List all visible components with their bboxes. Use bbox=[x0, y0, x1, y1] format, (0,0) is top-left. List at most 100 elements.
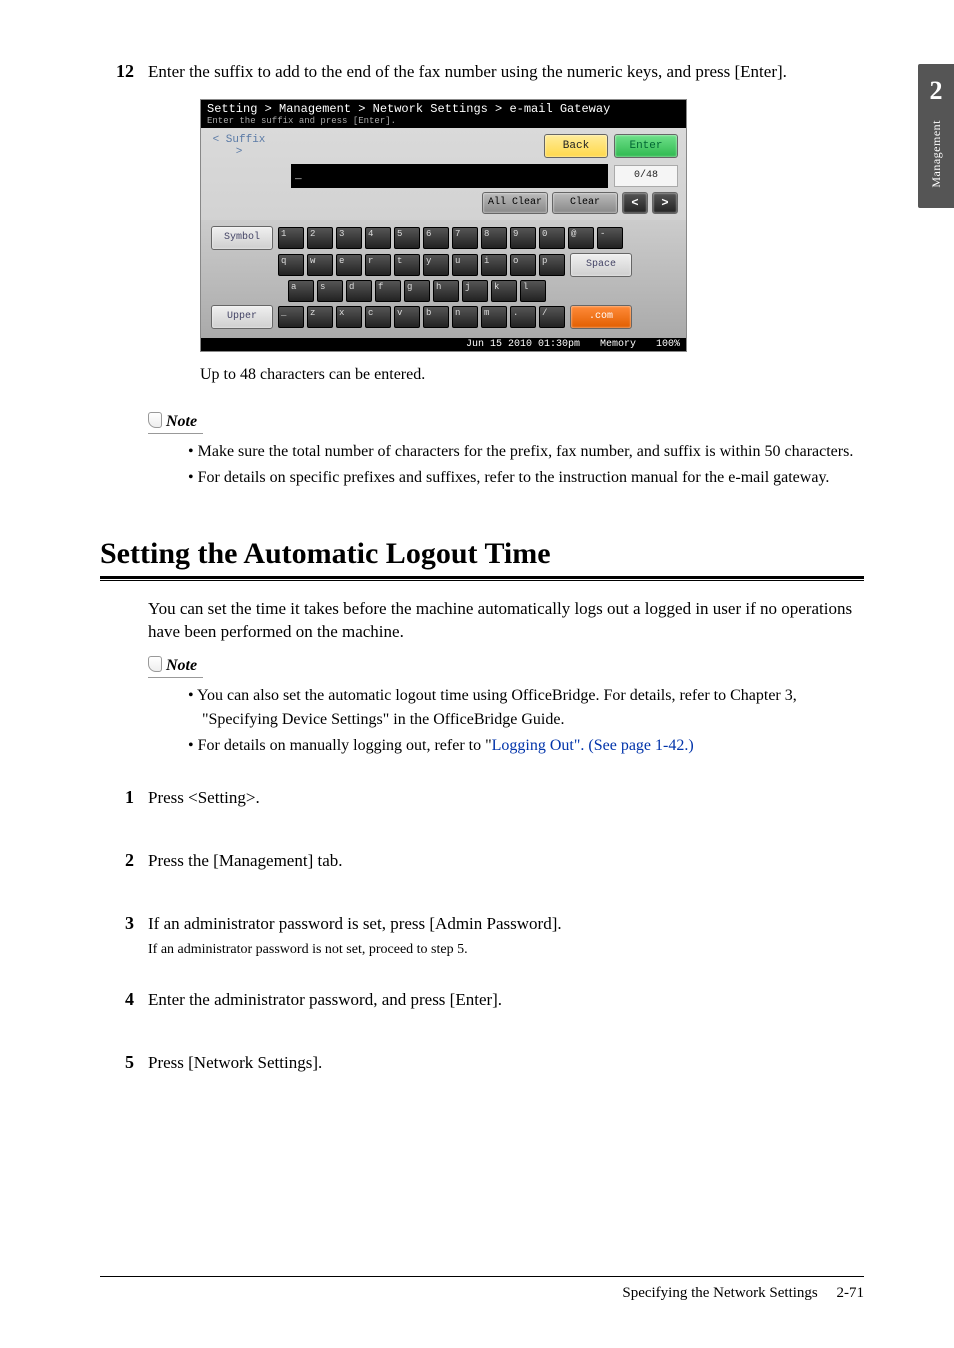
all-clear-button[interactable]: All Clear bbox=[482, 192, 548, 214]
chapter-side-tab: 2 Management bbox=[918, 64, 954, 208]
space-button[interactable]: Space bbox=[570, 253, 632, 277]
device-screenshot: Setting > Management > Network Settings … bbox=[200, 99, 687, 352]
step-number: 12 bbox=[100, 61, 134, 82]
key-j[interactable]: j bbox=[462, 280, 488, 302]
step-text: Enter the suffix to add to the end of th… bbox=[148, 60, 864, 85]
step-text: Press <Setting>. bbox=[148, 786, 864, 811]
key-3[interactable]: 3 bbox=[336, 227, 362, 249]
cross-ref-link[interactable]: Logging Out". (See page 1-42.) bbox=[492, 737, 694, 754]
key-u[interactable]: u bbox=[452, 254, 478, 276]
section-heading: Setting the Automatic Logout Time bbox=[100, 536, 864, 572]
heading-rule bbox=[100, 580, 864, 581]
note-list-2: You can also set the automatic logout ti… bbox=[100, 684, 864, 758]
key-d[interactable]: d bbox=[346, 280, 372, 302]
step-text: If an administrator password is set, pre… bbox=[148, 912, 864, 937]
upper-button[interactable]: Upper bbox=[211, 305, 273, 329]
char-count: 0/48 bbox=[614, 165, 678, 187]
key-w[interactable]: w bbox=[307, 254, 333, 276]
key-v[interactable]: v bbox=[394, 306, 420, 328]
screenshot-breadcrumb: Setting > Management > Network Settings … bbox=[201, 100, 686, 116]
key-o[interactable]: o bbox=[510, 254, 536, 276]
section-intro: You can set the time it takes before the… bbox=[148, 597, 864, 645]
key-n[interactable]: n bbox=[452, 306, 478, 328]
status-datetime: Jun 15 2010 01:30pm bbox=[466, 339, 580, 350]
step-number: 3 bbox=[100, 913, 134, 934]
note-label-2: Note bbox=[148, 656, 203, 678]
step-number: 4 bbox=[100, 989, 134, 1010]
key-z[interactable]: z bbox=[307, 306, 333, 328]
note-icon bbox=[148, 412, 162, 428]
clear-button[interactable]: Clear bbox=[552, 192, 618, 214]
step-5: 5 Press [Network Settings]. bbox=[100, 1051, 864, 1076]
key-r[interactable]: r bbox=[365, 254, 391, 276]
key-f[interactable]: f bbox=[375, 280, 401, 302]
key-at[interactable]: @ bbox=[568, 227, 594, 249]
note-item: For details on manually logging out, ref… bbox=[188, 734, 864, 758]
key-x[interactable]: x bbox=[336, 306, 362, 328]
dotcom-button[interactable]: .com bbox=[570, 305, 632, 329]
key-6[interactable]: 6 bbox=[423, 227, 449, 249]
screenshot-caption: Up to 48 characters can be entered. bbox=[200, 366, 864, 384]
key-0[interactable]: 0 bbox=[539, 227, 565, 249]
key-m[interactable]: m bbox=[481, 306, 507, 328]
chapter-number: 2 bbox=[918, 76, 954, 106]
key-h[interactable]: h bbox=[433, 280, 459, 302]
key-c[interactable]: c bbox=[365, 306, 391, 328]
step-text: Press [Network Settings]. bbox=[148, 1051, 864, 1076]
step-text: Press the [Management] tab. bbox=[148, 849, 864, 874]
caret-left-button[interactable]: < bbox=[622, 192, 648, 214]
footer-title: Specifying the Network Settings bbox=[622, 1285, 817, 1301]
key-s[interactable]: s bbox=[317, 280, 343, 302]
key-q[interactable]: q bbox=[278, 254, 304, 276]
key-4[interactable]: 4 bbox=[365, 227, 391, 249]
key-1[interactable]: 1 bbox=[278, 227, 304, 249]
screenshot-hint: Enter the suffix and press [Enter]. bbox=[201, 116, 686, 128]
step-2: 2 Press the [Management] tab. bbox=[100, 849, 864, 874]
key-dash[interactable]: - bbox=[597, 227, 623, 249]
key-g[interactable]: g bbox=[404, 280, 430, 302]
step-text: Enter the administrator password, and pr… bbox=[148, 988, 864, 1013]
step-number: 5 bbox=[100, 1052, 134, 1073]
key-slash[interactable]: / bbox=[539, 306, 565, 328]
step-number: 2 bbox=[100, 850, 134, 871]
status-memory-label: Memory bbox=[600, 339, 636, 350]
on-screen-keyboard: Symbol 1 2 3 4 5 6 7 8 9 0 @ - q w e r bbox=[201, 220, 686, 338]
key-period[interactable]: . bbox=[510, 306, 536, 328]
key-b[interactable]: b bbox=[423, 306, 449, 328]
note-item: You can also set the automatic logout ti… bbox=[188, 684, 864, 732]
key-e[interactable]: e bbox=[336, 254, 362, 276]
step-12: 12 Enter the suffix to add to the end of… bbox=[100, 60, 864, 85]
chapter-label: Management bbox=[929, 120, 944, 188]
note-label-1: Note bbox=[148, 412, 203, 434]
caret-right-button[interactable]: > bbox=[652, 192, 678, 214]
back-button[interactable]: Back bbox=[544, 134, 608, 158]
step-3: 3 If an administrator password is set, p… bbox=[100, 912, 864, 937]
key-t[interactable]: t bbox=[394, 254, 420, 276]
key-p[interactable]: p bbox=[539, 254, 565, 276]
symbol-button[interactable]: Symbol bbox=[211, 226, 273, 250]
key-k[interactable]: k bbox=[491, 280, 517, 302]
key-i[interactable]: i bbox=[481, 254, 507, 276]
enter-button[interactable]: Enter bbox=[614, 134, 678, 158]
key-l[interactable]: l bbox=[520, 280, 546, 302]
suffix-label: < Suffix > bbox=[209, 134, 269, 158]
step-number: 1 bbox=[100, 787, 134, 808]
note-icon bbox=[148, 656, 162, 672]
suffix-input[interactable]: _ bbox=[291, 164, 608, 188]
note-item: Make sure the total number of characters… bbox=[188, 440, 864, 464]
note-list-1: Make sure the total number of characters… bbox=[100, 440, 864, 490]
step-4: 4 Enter the administrator password, and … bbox=[100, 988, 864, 1013]
status-bar: Jun 15 2010 01:30pm Memory 100% bbox=[201, 338, 686, 351]
key-7[interactable]: 7 bbox=[452, 227, 478, 249]
heading-rule bbox=[100, 576, 864, 579]
key-9[interactable]: 9 bbox=[510, 227, 536, 249]
key-2[interactable]: 2 bbox=[307, 227, 333, 249]
step-subtext: If an administrator password is not set,… bbox=[148, 942, 864, 958]
status-memory-value: 100% bbox=[656, 339, 680, 350]
key-underscore[interactable]: _ bbox=[278, 306, 304, 328]
key-5[interactable]: 5 bbox=[394, 227, 420, 249]
page-footer: Specifying the Network Settings 2-71 bbox=[100, 1276, 864, 1302]
key-a[interactable]: a bbox=[288, 280, 314, 302]
key-8[interactable]: 8 bbox=[481, 227, 507, 249]
key-y[interactable]: y bbox=[423, 254, 449, 276]
